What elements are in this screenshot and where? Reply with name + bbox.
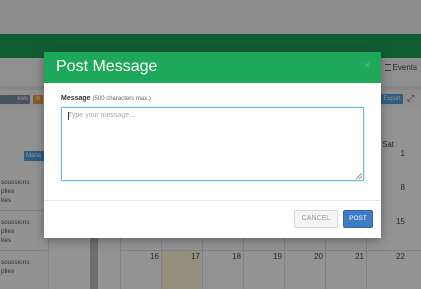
character-limit-hint: (500 characters max.): [92, 96, 151, 102]
dialog-title: Post Message: [56, 58, 158, 75]
resize-handle-icon[interactable]: [356, 173, 362, 179]
dialog-footer-divider: [44, 200, 381, 201]
message-field[interactable]: [61, 107, 364, 181]
dialog-header: Post Message ×: [44, 52, 381, 83]
cancel-button[interactable]: CANCEL: [294, 210, 338, 228]
post-message-dialog: Post Message × Message (500 characters m…: [44, 52, 381, 238]
message-label-text: Message: [61, 95, 91, 102]
page: Events ews ⚙ Export ⤢ Mana scussions pli…: [0, 0, 421, 289]
close-icon[interactable]: ×: [362, 60, 372, 72]
post-button[interactable]: POST: [343, 210, 373, 228]
message-label: Message (500 characters max.): [61, 95, 151, 102]
text-caret: [68, 112, 69, 120]
message-textarea[interactable]: [62, 108, 363, 180]
